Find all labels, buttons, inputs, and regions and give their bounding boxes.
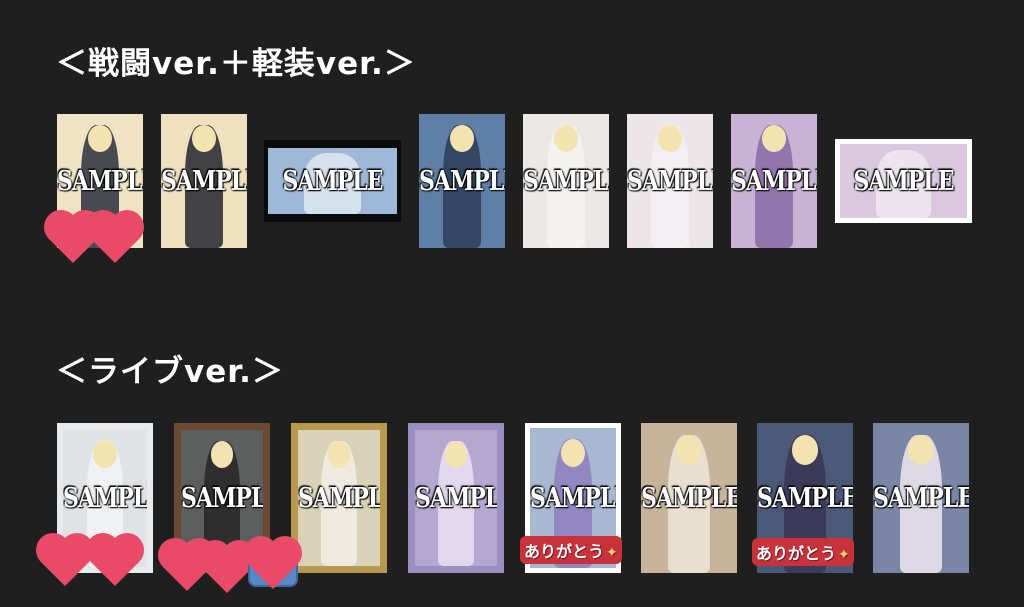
figure-head <box>87 124 113 152</box>
sample-watermark: SAMPLE <box>57 164 143 198</box>
photo-card[interactable]: SAMPLE <box>291 423 387 573</box>
sample-watermark: SAMPLE <box>731 164 817 198</box>
arigato-sticker: ありがとう ✦ <box>520 536 622 564</box>
heart-sticker-icon <box>40 537 90 587</box>
sample-watermark: SAMPLE <box>530 481 621 515</box>
figure-head <box>907 435 935 465</box>
figure-head <box>560 439 586 468</box>
sample-watermark: SAMPLE <box>523 164 609 198</box>
photo-card[interactable]: SAMPLE <box>264 140 401 222</box>
sample-watermark: SAMPLE <box>63 481 148 515</box>
heart-sticker-icon <box>90 214 140 264</box>
sample-watermark: SAMPLE <box>161 164 247 198</box>
photo-card[interactable]: SAMPLE <box>408 423 504 573</box>
sample-watermark: SAMPLE <box>419 164 505 198</box>
section-title-live: ＜ライブver.＞ <box>56 354 284 390</box>
sparkle-icon: ✦ <box>838 547 850 563</box>
sample-watermark: SAMPLE <box>298 481 383 515</box>
arigato-text: ありがとう <box>756 544 837 563</box>
photo-card[interactable]: SAMPLE <box>419 114 505 248</box>
sample-watermark: SAMPLE <box>873 481 969 515</box>
arigato-sticker: ありがとう ✦ <box>752 538 854 566</box>
photo-card[interactable]: SAMPLE <box>523 114 609 248</box>
arigato-text: ありがとう <box>524 542 605 561</box>
sample-watermark: SAMPLE <box>757 481 853 515</box>
sample-watermark: SAMPLE <box>415 481 500 515</box>
photo-card[interactable]: SAMPLE <box>731 114 817 248</box>
sample-watermark: SAMPLE <box>853 164 954 198</box>
figure-head <box>761 124 787 152</box>
sample-watermark: SAMPLE <box>627 164 713 198</box>
photo-card[interactable]: SAMPLE <box>161 114 247 248</box>
sample-watermark: SAMPLE <box>282 164 383 198</box>
figure-head <box>657 124 683 152</box>
figure-head <box>93 440 117 468</box>
figure-head <box>791 435 819 465</box>
photo-card[interactable]: SAMPLE <box>627 114 713 248</box>
figure-head <box>191 124 217 152</box>
sparkle-icon: ✦ <box>606 545 618 561</box>
photo-card[interactable]: SAMPLE <box>873 423 969 573</box>
figure-head <box>449 124 475 152</box>
sample-watermark: SAMPLE <box>641 481 737 515</box>
figure-head <box>553 124 579 152</box>
photo-card[interactable]: SAMPLE <box>835 139 972 223</box>
photo-card[interactable]: SAMPLE <box>641 423 737 573</box>
figure-head <box>675 435 703 465</box>
section-title-battle-casual: ＜戦闘ver.＋軽装ver.＞ <box>56 46 416 82</box>
sample-watermark: SAMPLE <box>181 481 266 515</box>
heart-sticker-icon <box>90 537 140 587</box>
